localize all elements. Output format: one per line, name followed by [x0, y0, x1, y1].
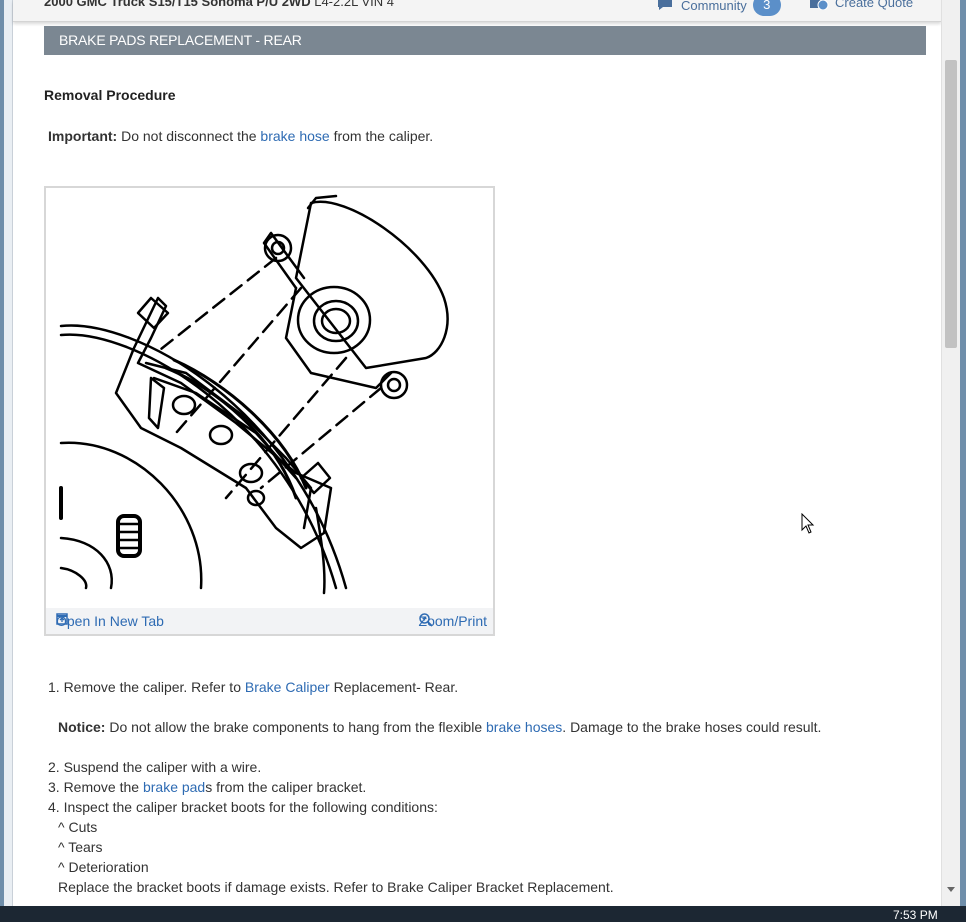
procedure-steps: 1. Remove the caliper. Refer to Brake Ca…	[48, 677, 821, 897]
magnifier-icon	[418, 613, 433, 627]
new-tab-icon	[56, 613, 68, 625]
step-4: 4. Inspect the caliper bracket boots for…	[48, 799, 438, 815]
notice-label: Notice:	[58, 719, 106, 735]
chat-icon	[658, 0, 672, 10]
condition-item: ^ Cuts	[58, 819, 98, 835]
create-quote-button[interactable]: Create Quote	[809, 0, 913, 10]
taskbar-clock: 7:53 PM	[893, 908, 938, 922]
notice-text: Notice: Do not allow the brake component…	[58, 719, 822, 735]
scrollbar-thumb[interactable]	[945, 60, 957, 348]
step-1: 1. Remove the caliper. Refer to Brake Ca…	[48, 679, 459, 695]
step-2: 2. Suspend the caliper with a wire.	[48, 759, 262, 775]
mouse-cursor-icon	[801, 513, 815, 534]
open-in-new-tab-button[interactable]: Open In New Tab	[56, 613, 164, 629]
brake-hoses-link[interactable]: brake hoses	[486, 719, 562, 735]
browser-window: 2000 GMC Truck S15/T15 Sonoma P/U 2WD L4…	[0, 0, 966, 906]
brake-pad-link[interactable]: brake pad	[143, 779, 205, 795]
brake-hose-link[interactable]: brake hose	[260, 128, 329, 144]
create-quote-label: Create Quote	[835, 0, 914, 10]
community-label: Community	[681, 0, 747, 13]
taskbar: 7:53 PM	[0, 906, 966, 922]
scroll-down-arrow-icon[interactable]	[947, 887, 955, 892]
condition-item: ^ Deterioration	[58, 859, 149, 875]
vertical-scrollbar[interactable]	[941, 0, 960, 906]
replace-instruction: Replace the bracket boots if damage exis…	[58, 879, 614, 895]
zoom-print-button[interactable]: Zoom/Print	[419, 613, 487, 629]
step-3: 3. Remove the brake pads from the calipe…	[48, 779, 367, 795]
condition-item: ^ Tears	[58, 839, 103, 855]
brake-caliper-link[interactable]: Brake Caliper	[245, 679, 330, 695]
section-title: BRAKE PADS REPLACEMENT - REAR	[44, 26, 926, 55]
community-count-badge: 3	[752, 0, 781, 16]
window-left-border	[0, 0, 13, 906]
important-note: Important: Do not disconnect the brake h…	[48, 128, 434, 144]
window-right-border	[960, 0, 966, 906]
brake-pad-illustration: Open In New Tab Zoom/Print	[44, 186, 495, 636]
figure-toolbar: Open In New Tab Zoom/Print	[46, 608, 493, 634]
quote-icon	[810, 0, 829, 10]
brake-caliper-drawing	[59, 194, 449, 595]
vehicle-title: 2000 GMC Truck S15/T15 Sonoma P/U 2WD L4…	[44, 0, 394, 9]
vehicle-toolbar: 2000 GMC Truck S15/T15 Sonoma P/U 2WD L4…	[13, 0, 941, 22]
important-label: Important:	[48, 128, 118, 144]
procedure-heading: Removal Procedure	[44, 87, 176, 103]
community-button[interactable]: Community 3	[657, 0, 781, 16]
